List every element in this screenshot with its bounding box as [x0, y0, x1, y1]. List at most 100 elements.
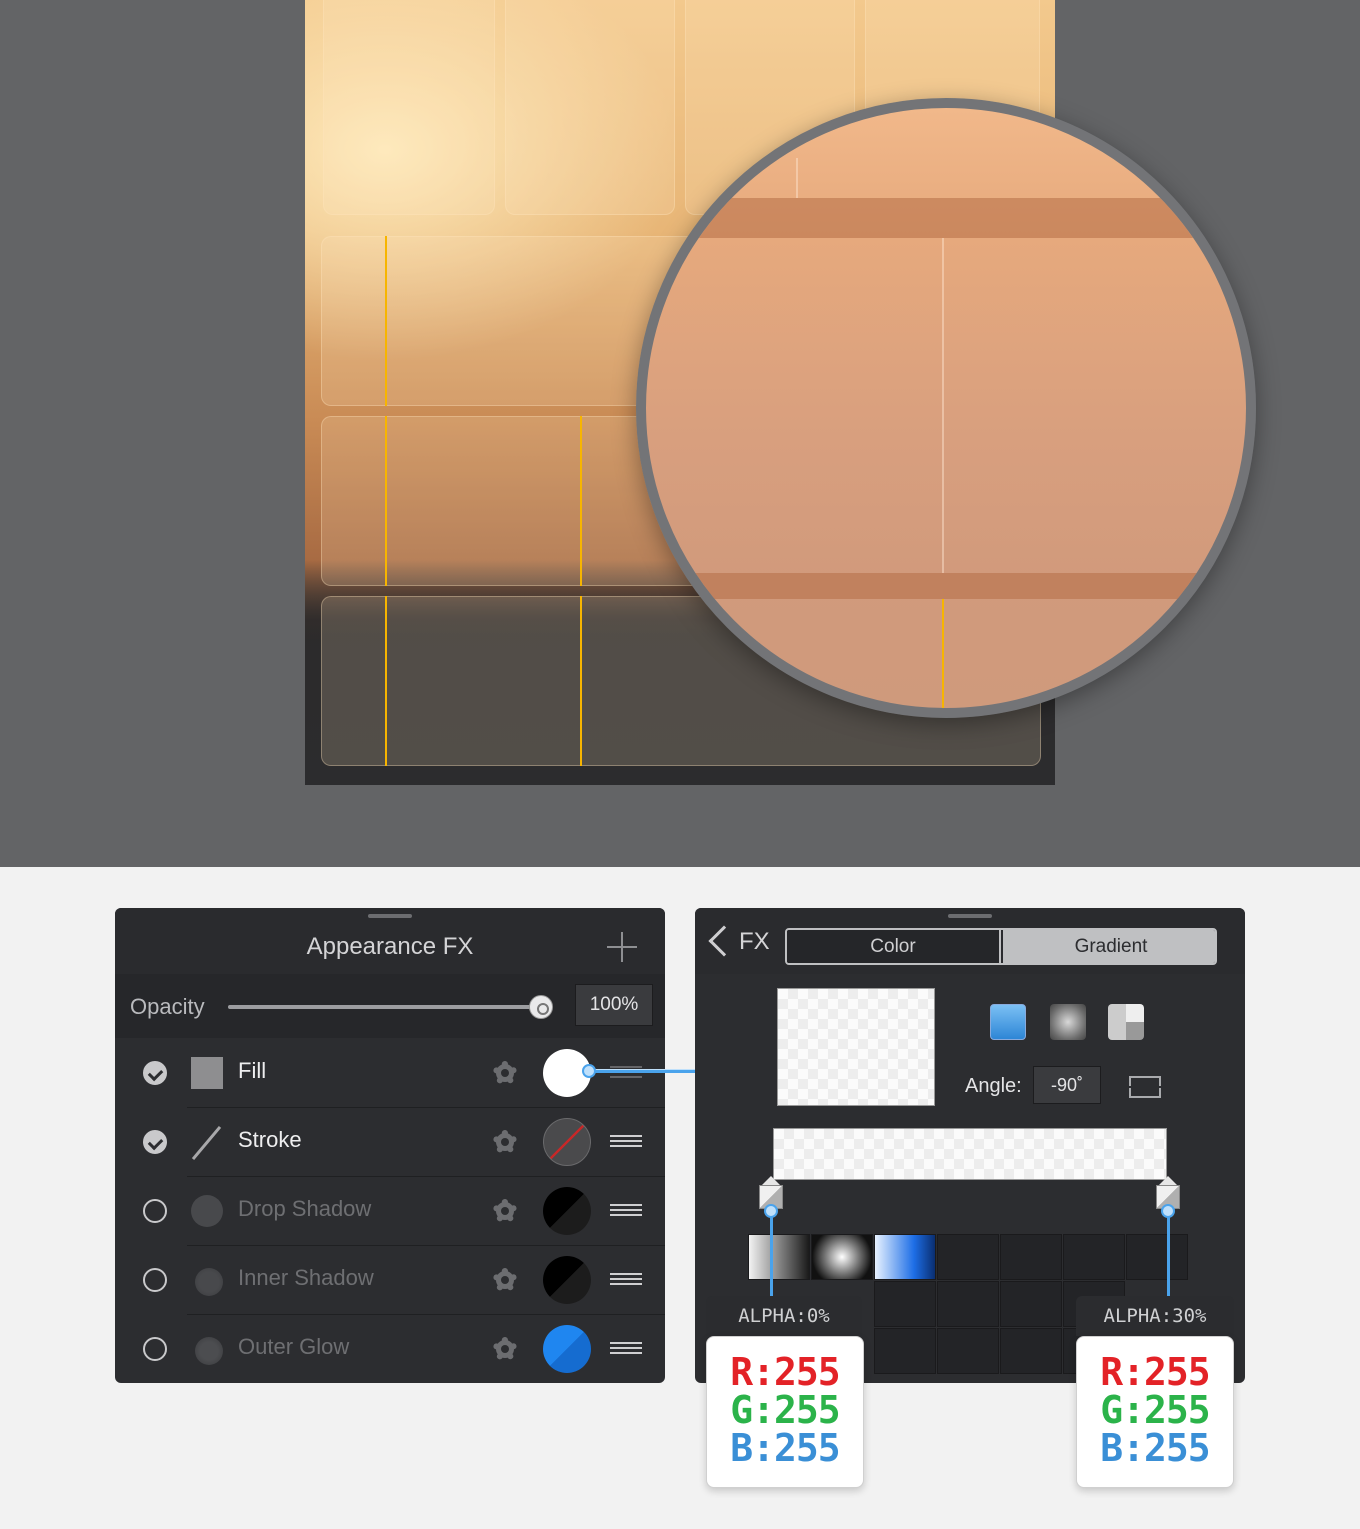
outer-glow-color-swatch[interactable] — [543, 1325, 591, 1373]
opacity-value-field[interactable]: 100% — [575, 984, 653, 1026]
inner-shadow-enabled-checkbox[interactable] — [143, 1268, 167, 1292]
effect-label: Drop Shadow — [238, 1196, 372, 1221]
panel-grabber[interactable] — [948, 914, 992, 918]
linear-gradient-icon[interactable] — [990, 1004, 1026, 1040]
preset-linear-gray[interactable] — [748, 1234, 810, 1280]
blue-value: B:255 — [1100, 1426, 1210, 1470]
tab-gradient[interactable]: Gradient — [1003, 930, 1215, 963]
magnified-tile-gap — [646, 573, 1246, 599]
reorder-handle-icon[interactable] — [610, 1342, 642, 1354]
stop-leader-dot — [1161, 1204, 1175, 1218]
preset-empty[interactable] — [937, 1328, 999, 1374]
angle-label: Angle: — [965, 1075, 1022, 1097]
fill-type-segmented-control: Color Gradient — [785, 928, 1217, 965]
preset-empty[interactable] — [1126, 1234, 1188, 1280]
fx-header: FX Color Gradient — [695, 908, 1245, 974]
guide-line — [580, 416, 582, 586]
red-value: R:255 — [1100, 1350, 1210, 1394]
gradient-preview — [777, 988, 935, 1106]
inner-shadow-icon — [195, 1268, 223, 1296]
preset-empty[interactable] — [1063, 1234, 1125, 1280]
connector-dot — [582, 1064, 596, 1078]
reorder-handle-icon[interactable] — [610, 1273, 642, 1285]
appearance-header: Appearance FX — [115, 908, 665, 974]
rgb-callout-right: R:255 G:255 B:255 — [1076, 1336, 1234, 1488]
magnified-tile-edge — [942, 238, 944, 573]
tab-color[interactable]: Color — [787, 930, 1001, 963]
fill-to-gradient-connector — [590, 1069, 695, 1073]
back-label[interactable]: FX — [739, 928, 770, 956]
opacity-slider[interactable] — [228, 1005, 540, 1009]
stroke-icon — [191, 1125, 223, 1161]
row-divider — [187, 1245, 665, 1246]
guide-line — [385, 416, 387, 586]
reorder-handle-icon[interactable] — [610, 1135, 642, 1147]
gear-icon[interactable] — [488, 1125, 522, 1159]
green-value: G:255 — [730, 1388, 840, 1432]
row-divider — [187, 1314, 665, 1315]
back-chevron-icon[interactable] — [708, 925, 740, 957]
preset-empty[interactable] — [874, 1328, 936, 1374]
effect-row-inner-shadow[interactable]: Inner Shadow — [115, 1245, 665, 1314]
magnified-tile-gap — [646, 198, 1246, 238]
appearance-fx-panel: Appearance FX Opacity 100% Fill Stroke D… — [115, 908, 665, 1383]
radial-gradient-icon[interactable] — [1050, 1004, 1086, 1040]
row-divider — [187, 1107, 665, 1108]
drop-shadow-enabled-checkbox[interactable] — [143, 1199, 167, 1223]
effect-row-stroke[interactable]: Stroke — [115, 1107, 665, 1176]
fill-icon — [191, 1057, 223, 1089]
angle-field[interactable]: -90˚ — [1033, 1066, 1101, 1104]
outer-glow-icon — [195, 1337, 223, 1365]
reverse-gradient-icon[interactable] — [1127, 1072, 1163, 1102]
guide-line — [580, 596, 582, 766]
canvas-area[interactable] — [0, 0, 1360, 867]
stroke-color-swatch[interactable] — [543, 1118, 591, 1166]
gradient-bar[interactable] — [773, 1128, 1167, 1180]
effect-row-drop-shadow[interactable]: Drop Shadow — [115, 1176, 665, 1245]
zoom-magnifier — [636, 98, 1256, 718]
alpha-label-right: ALPHA:30% — [1076, 1296, 1234, 1336]
effect-label: Inner Shadow — [238, 1265, 374, 1290]
opacity-row: Opacity 100% — [115, 974, 665, 1038]
stroke-enabled-checkbox[interactable] — [143, 1130, 167, 1154]
stop-leader-dot — [764, 1204, 778, 1218]
opacity-slider-thumb[interactable] — [529, 995, 553, 1019]
inner-shadow-color-swatch[interactable] — [543, 1256, 591, 1304]
outer-glow-enabled-checkbox[interactable] — [143, 1337, 167, 1361]
panel-title: Appearance FX — [306, 933, 474, 960]
preset-empty[interactable] — [874, 1281, 936, 1327]
rgb-callout-left: R:255 G:255 B:255 — [706, 1336, 864, 1488]
tile — [505, 0, 675, 215]
preset-empty[interactable] — [1000, 1234, 1062, 1280]
effect-row-outer-glow[interactable]: Outer Glow — [115, 1314, 665, 1383]
preset-empty[interactable] — [1000, 1328, 1062, 1374]
row-divider — [187, 1176, 665, 1177]
effect-label: Fill — [238, 1058, 267, 1083]
fill-enabled-checkbox[interactable] — [143, 1061, 167, 1085]
stop-leader-line — [770, 1212, 773, 1296]
magnified-tile-edge — [796, 158, 798, 198]
drop-shadow-color-swatch[interactable] — [543, 1187, 591, 1235]
preset-empty[interactable] — [1000, 1281, 1062, 1327]
tile — [323, 0, 495, 215]
gear-icon[interactable] — [488, 1056, 522, 1090]
gear-icon[interactable] — [488, 1263, 522, 1297]
angle-gradient-icon[interactable] — [1108, 1004, 1144, 1040]
preset-empty[interactable] — [937, 1281, 999, 1327]
preset-linear-blue[interactable] — [874, 1234, 936, 1280]
add-effect-icon[interactable] — [605, 930, 639, 964]
guide-line — [385, 596, 387, 766]
panel-grabber[interactable] — [368, 914, 412, 918]
drop-shadow-icon — [191, 1195, 223, 1227]
red-value: R:255 — [730, 1350, 840, 1394]
gear-icon[interactable] — [488, 1332, 522, 1366]
effect-label: Outer Glow — [238, 1334, 350, 1359]
alpha-label-left: ALPHA:0% — [706, 1296, 862, 1336]
preset-radial-gray[interactable] — [811, 1234, 873, 1280]
blue-value: B:255 — [730, 1426, 840, 1470]
reorder-handle-icon[interactable] — [610, 1204, 642, 1216]
gear-icon[interactable] — [488, 1194, 522, 1228]
preset-empty[interactable] — [937, 1234, 999, 1280]
stop-leader-line — [1167, 1212, 1170, 1296]
green-value: G:255 — [1100, 1388, 1210, 1432]
